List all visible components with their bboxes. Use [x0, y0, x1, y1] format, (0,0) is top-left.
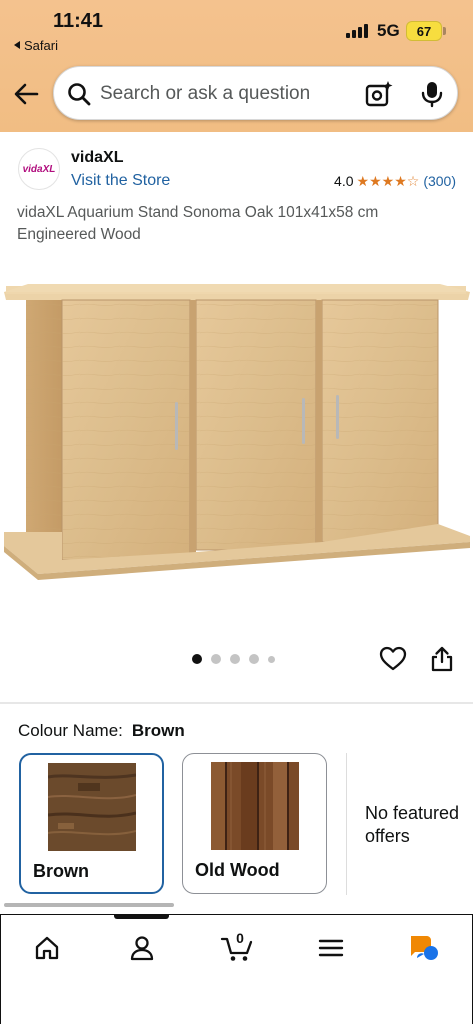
- colour-label-text: Colour Name:: [18, 721, 123, 740]
- star-empty-icon: ☆: [406, 173, 420, 189]
- product-image[interactable]: [0, 270, 473, 590]
- status-time: 11:41: [53, 10, 104, 32]
- rating-value: 4.0: [334, 173, 354, 189]
- battery-level: 67: [416, 23, 432, 39]
- swatch-label-old-wood: Old Wood: [195, 860, 280, 880]
- rufus-assistant-icon: [411, 936, 438, 960]
- carousel-dot[interactable]: [249, 654, 259, 664]
- heart-icon[interactable]: [379, 645, 407, 673]
- nav-active-indicator: [114, 914, 169, 919]
- brand-logo-text: vidaXL: [22, 163, 56, 175]
- product-title: vidaXL Aquarium Stand Sonoma Oak 101x41x…: [17, 204, 379, 243]
- carousel-dot[interactable]: [211, 654, 221, 664]
- battery-cap: [443, 27, 446, 35]
- colour-name-label: Colour Name: Brown: [18, 721, 185, 741]
- share-icon[interactable]: [429, 645, 455, 673]
- rating-summary[interactable]: 4.0 ★ ★ ★ ★ ☆ (300): [334, 173, 456, 189]
- old-wood-swatch-image: [211, 762, 299, 850]
- section-divider: [0, 702, 473, 704]
- offers-separator: [346, 753, 347, 895]
- nav-home[interactable]: [29, 930, 65, 966]
- no-featured-offers: No featured offers: [365, 803, 460, 846]
- carousel-dot[interactable]: [268, 655, 275, 663]
- nav-menu[interactable]: [313, 930, 349, 966]
- swatch-label-brown: Brown: [33, 861, 89, 881]
- account-icon: [130, 936, 154, 961]
- visit-store-link[interactable]: Visit the Store: [71, 172, 170, 190]
- swatch-old-wood[interactable]: Old Wood: [182, 753, 327, 894]
- star-filled-icon: ★: [381, 173, 395, 189]
- search-icon: [68, 83, 91, 106]
- star-rating: ★ ★ ★ ★ ☆: [357, 174, 420, 188]
- rating-count[interactable]: (300): [423, 173, 456, 189]
- selected-colour-value: Brown: [131, 721, 185, 740]
- camera-lens-icon[interactable]: [364, 79, 394, 109]
- brown-wood-swatch-image: [48, 763, 136, 851]
- search-input[interactable]: [100, 79, 350, 109]
- nav-account[interactable]: [124, 930, 160, 966]
- signal-icon: [346, 24, 372, 38]
- microphone-icon[interactable]: [418, 79, 446, 109]
- carousel-dot[interactable]: [230, 654, 240, 664]
- back-app-label: Safari: [24, 38, 58, 53]
- swatch-brown[interactable]: Brown: [19, 753, 164, 894]
- nav-assistant[interactable]: [406, 930, 442, 966]
- home-icon: [35, 936, 59, 960]
- cart-count: 0: [236, 930, 244, 946]
- battery-icon: 67: [406, 21, 442, 41]
- menu-icon: [318, 939, 344, 957]
- search-bar[interactable]: [53, 66, 458, 120]
- network-type: 5G: [377, 21, 400, 40]
- carousel-dot[interactable]: [192, 654, 202, 664]
- brand-logo[interactable]: vidaXL: [18, 148, 60, 190]
- back-arrow-icon[interactable]: [12, 80, 40, 108]
- brand-name: vidaXL: [71, 149, 124, 166]
- star-filled-icon: ★: [394, 173, 407, 189]
- star-filled-icon: ★: [356, 173, 370, 189]
- back-triangle-icon: [14, 41, 20, 49]
- top-header: 11:41 Safari 5G 67: [0, 0, 473, 132]
- back-to-safari[interactable]: Safari: [14, 38, 58, 53]
- carousel-dots[interactable]: [192, 654, 275, 664]
- star-filled-icon: ★: [369, 173, 382, 189]
- swatch-scroll-indicator: [4, 903, 174, 907]
